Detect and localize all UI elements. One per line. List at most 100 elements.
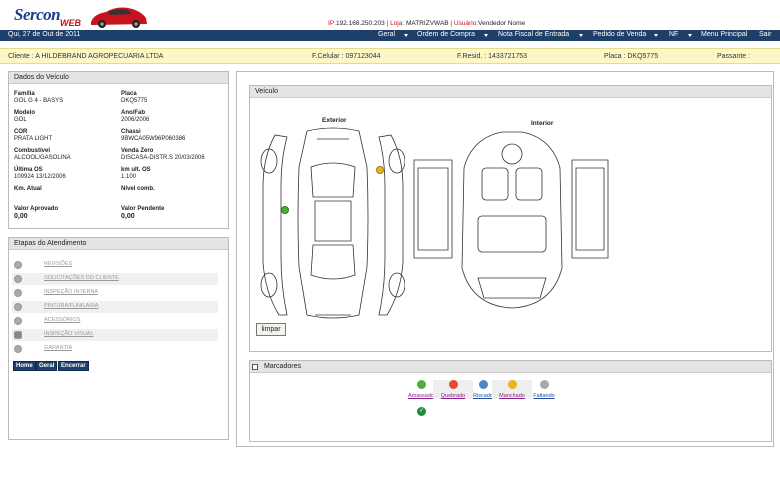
step-status-icon [14, 345, 22, 353]
encerrar-button[interactable]: Encerrar [58, 361, 89, 371]
client-passante: Passante : [717, 53, 751, 60]
gray-marker-icon [539, 380, 549, 389]
chassi-label: Chassi [121, 129, 141, 135]
car-exterior-diagram[interactable] [255, 127, 405, 322]
car-interior-diagram[interactable] [412, 128, 610, 310]
interior-label: Interior [531, 120, 554, 127]
step-label: ACESSÓRIOS [44, 317, 81, 323]
venda-zero-value: DISCASA-DISTR.S 20/03/2006 [121, 155, 205, 161]
anofab-label: Ano/Fab [121, 110, 145, 116]
red-marker-icon [448, 380, 458, 389]
valor-pendente-value: 0,00 [121, 213, 135, 220]
geral-button[interactable]: Geral [36, 361, 58, 371]
step-revisoes[interactable]: REVISÕES [12, 259, 218, 271]
valor-pendente-label: Valor Pendente [121, 206, 165, 212]
exterior-label: Exterior [322, 117, 347, 124]
vehicle-data-title: Dados do Veículo [9, 72, 228, 84]
step-label: PINTURA/FUNILARIA [44, 303, 99, 309]
current-date: Qui, 27 de Out de 2011 [8, 31, 81, 38]
modelo-value: GOL [14, 117, 27, 123]
step-label: GARANTIA [44, 345, 73, 351]
anofab-value: 2006/2006 [121, 117, 150, 123]
step-status-icon [14, 331, 22, 339]
yellow-marker-icon [507, 380, 517, 389]
chevron-down-icon [404, 34, 408, 37]
nav-menu-principal[interactable]: Menu Principal [701, 31, 747, 38]
logo: Sercon [14, 5, 61, 24]
step-label: SOLICITAÇÕES DO CLIENTE [44, 275, 119, 281]
client-resid: F.Resid. : 1433721753 [457, 53, 528, 60]
client-placa: Placa : DKQ5775 [604, 53, 659, 60]
vehicle-panel-title: Veículo [250, 86, 771, 98]
combustivel-label: Combustível [14, 148, 51, 154]
step-inspecao-visual[interactable]: INSPEÇÃO VISUAL [12, 329, 218, 341]
step-inspecao-interna[interactable]: INSPEÇÃO INTERNA [12, 287, 218, 299]
step-acessorios[interactable]: ACESSÓRIOS [12, 315, 218, 327]
nav-bar: Qui, 27 de Out de 2011 Geral Ordem de Co… [0, 30, 780, 41]
step-status-icon [14, 275, 22, 283]
logo-sub: WEB [60, 18, 81, 28]
marker-label: Faltando [533, 393, 555, 399]
loja-value: MATRIZVWAB [406, 20, 449, 27]
step-status-icon [14, 303, 22, 311]
nivel-comb-label: Nível comb. [121, 186, 155, 192]
combustivel-value: ALCOOL/GASOLINA [14, 155, 71, 161]
usuario-label: Usuário: [453, 20, 479, 27]
ultima-os-label: Última OS [14, 167, 43, 173]
client-bar: Cliente : A HILDEBRAND AGROPECUARIA LTDA… [0, 48, 780, 64]
markers-title: Marcadores [250, 361, 771, 373]
cor-label: COR [14, 129, 28, 135]
marker-dot[interactable] [281, 206, 289, 214]
step-solicitacoes[interactable]: SOLICITAÇÕES DO CLIENTE [12, 273, 218, 285]
nav-ordem-compra[interactable]: Ordem de Compra [417, 31, 475, 38]
km-ult-os-value: 1.100 [121, 174, 137, 180]
valor-aprovado-label: Valor Aprovado [14, 206, 59, 212]
etapas-title: Etapas do Atendimento [9, 238, 228, 250]
step-label: REVISÕES [44, 261, 73, 267]
session-info: IP:192.168.250.203 | Loja: MATRIZVWAB | … [328, 20, 526, 27]
usuario-value: Vendedor Nome [478, 20, 526, 27]
step-status-icon [14, 289, 22, 297]
km-ult-os-label: km ult. OS [121, 167, 151, 173]
modelo-label: Modelo [14, 110, 35, 116]
nav-nf[interactable]: NF [669, 31, 678, 38]
header: Sercon WEB IP:192.168.250.203 | Loja: MA… [0, 0, 780, 30]
check-icon: ✓ [417, 407, 426, 416]
cor-value: PRATA LIGHT [14, 136, 53, 142]
placa-value: DKQ5775 [121, 98, 148, 104]
ultima-os-value: 109924 13/12/2006 [14, 174, 66, 180]
nav-geral[interactable]: Geral [378, 31, 395, 38]
ip-label: IP: [328, 20, 336, 27]
valor-aprovado-value: 0,00 [14, 213, 28, 220]
placa-label: Placa [121, 91, 137, 97]
home-button[interactable]: Home [13, 361, 36, 371]
familia-label: Família [14, 91, 35, 97]
km-atual-label: Km. Atual [14, 186, 42, 192]
step-status-icon [14, 261, 22, 269]
marker-dot[interactable] [376, 166, 384, 174]
chassi-value: 9BWCA05W96P060386 [121, 136, 186, 142]
client-celular: F.Celular : 097123044 [312, 53, 381, 60]
nav-sair[interactable]: Sair [759, 31, 771, 38]
step-label: INSPEÇÃO INTERNA [44, 289, 99, 295]
step-status-icon [14, 317, 22, 325]
loja-label: Loja: [390, 20, 405, 27]
green-marker-icon [416, 380, 426, 389]
step-label: INSPEÇÃO VISUAL [44, 331, 94, 337]
step-garantia[interactable]: GARANTIA [12, 343, 218, 355]
familia-value: GOL G 4 - BASYS [14, 98, 64, 104]
chevron-down-icon [688, 34, 692, 37]
step-pintura[interactable]: PINTURA/FUNILARIA [12, 301, 218, 313]
venda-zero-label: Venda Zero [121, 148, 154, 154]
checkbox-icon[interactable] [252, 364, 258, 370]
nav-pedido-venda[interactable]: Pedido de Venda [593, 31, 646, 38]
markers-panel: Marcadores [249, 360, 772, 442]
chevron-down-icon [654, 34, 658, 37]
chevron-down-icon [484, 34, 488, 37]
blue-marker-icon [478, 380, 488, 389]
nav-nota-fiscal-entrada[interactable]: Nota Fiscal de Entrada [498, 31, 569, 38]
marker-faltando[interactable]: Faltando [524, 380, 564, 399]
client-name: Cliente : A HILDEBRAND AGROPECUARIA LTDA [8, 53, 164, 60]
limpar-button[interactable]: limpar [256, 323, 286, 336]
car-logo-icon [91, 7, 147, 28]
